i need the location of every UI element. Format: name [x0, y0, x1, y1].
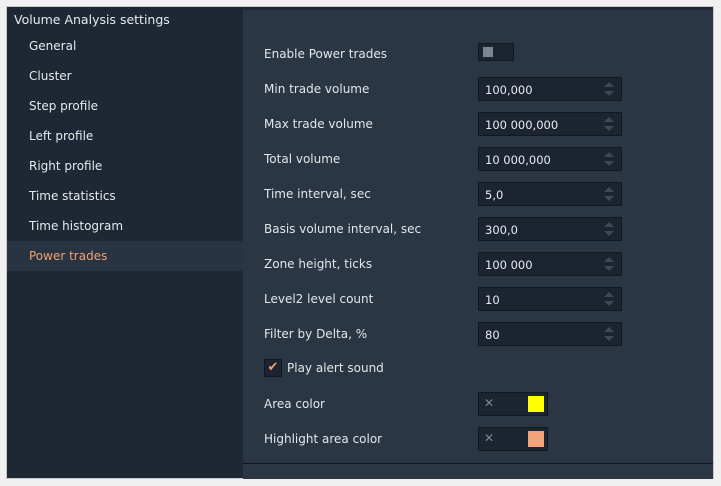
spin-up-icon[interactable]	[604, 117, 614, 122]
zone-height-label: Zone height, ticks	[264, 257, 373, 271]
basis-volume-interval-label: Basis volume interval, sec	[264, 222, 422, 236]
enable-power-trades-row: Enable Power trades	[243, 42, 713, 68]
spin-down-icon[interactable]	[604, 126, 614, 131]
settings-panel: Enable Power trades Min trade volume 100…	[243, 10, 713, 463]
spin-up-icon[interactable]	[604, 257, 614, 262]
spin-down-icon[interactable]	[604, 301, 614, 306]
total-volume-row: Total volume 10 000,000	[243, 147, 713, 173]
checkmark-icon: ✔	[267, 360, 279, 375]
settings-sidebar: General Cluster Step profile Left profil…	[7, 31, 243, 271]
basis-volume-interval-input[interactable]: 300,0	[478, 217, 622, 241]
filter-by-delta-label: Filter by Delta, %	[264, 327, 368, 341]
level2-count-label: Level2 level count	[264, 292, 374, 306]
spin-down-icon[interactable]	[604, 336, 614, 341]
zone-height-row: Zone height, ticks 100 000	[243, 252, 713, 278]
min-trade-volume-input[interactable]: 100,000	[478, 77, 622, 101]
zone-height-input[interactable]: 100 000	[478, 252, 622, 276]
min-trade-volume-value: 100,000	[485, 83, 533, 97]
basis-volume-interval-row: Basis volume interval, sec 300,0	[243, 217, 713, 243]
time-interval-input[interactable]: 5,0	[478, 182, 622, 206]
area-color-swatch[interactable]	[528, 396, 544, 412]
filter-by-delta-row: Filter by Delta, % 80	[243, 322, 713, 348]
spin-up-icon[interactable]	[604, 187, 614, 192]
settings-dialog: Volume Analysis settings ✕ General Clust…	[7, 7, 713, 479]
clear-color-icon[interactable]: ✕	[484, 431, 494, 445]
spin-arrows[interactable]	[603, 150, 615, 168]
spin-down-icon[interactable]	[604, 231, 614, 236]
level2-count-input[interactable]: 10	[478, 287, 622, 311]
total-volume-input[interactable]: 10 000,000	[478, 147, 622, 171]
time-interval-row: Time interval, sec 5,0	[243, 182, 713, 208]
spin-arrows[interactable]	[603, 115, 615, 133]
dialog-title: Volume Analysis settings	[14, 12, 170, 27]
level2-count-value: 10	[485, 293, 500, 307]
play-alert-sound-row: ✔ Play alert sound	[243, 358, 713, 384]
min-trade-volume-label: Min trade volume	[264, 82, 370, 96]
spin-down-icon[interactable]	[604, 91, 614, 96]
spin-up-icon[interactable]	[604, 327, 614, 332]
sidebar-item-step-profile[interactable]: Step profile	[7, 91, 243, 121]
panel-footer	[243, 463, 713, 479]
total-volume-label: Total volume	[264, 152, 341, 166]
level2-count-row: Level2 level count 10	[243, 287, 713, 313]
spin-down-icon[interactable]	[604, 266, 614, 271]
zone-height-value: 100 000	[485, 258, 533, 272]
max-trade-volume-input[interactable]: 100 000,000	[478, 112, 622, 136]
play-alert-sound-label: Play alert sound	[287, 361, 384, 375]
play-alert-sound-checkbox[interactable]: ✔	[264, 359, 282, 377]
spin-arrows[interactable]	[603, 80, 615, 98]
sidebar-item-time-statistics[interactable]: Time statistics	[7, 181, 243, 211]
spin-arrows[interactable]	[603, 255, 615, 273]
area-color-row: Area color ✕	[243, 392, 713, 418]
spin-up-icon[interactable]	[604, 292, 614, 297]
highlight-area-color-row: Highlight area color ✕	[243, 427, 713, 453]
spin-arrows[interactable]	[603, 220, 615, 238]
spin-up-icon[interactable]	[604, 82, 614, 87]
enable-power-trades-label: Enable Power trades	[264, 47, 388, 61]
sidebar-item-power-trades[interactable]: Power trades	[7, 241, 243, 271]
filter-by-delta-input[interactable]: 80	[478, 322, 622, 346]
sidebar-item-cluster[interactable]: Cluster	[7, 61, 243, 91]
spin-down-icon[interactable]	[604, 161, 614, 166]
clear-color-icon[interactable]: ✕	[484, 396, 494, 410]
highlight-area-color-picker[interactable]: ✕	[478, 427, 548, 451]
total-volume-value: 10 000,000	[485, 153, 551, 167]
spin-arrows[interactable]	[603, 185, 615, 203]
spin-arrows[interactable]	[603, 325, 615, 343]
basis-volume-interval-value: 300,0	[485, 223, 518, 237]
highlight-area-color-label: Highlight area color	[264, 432, 383, 446]
spin-down-icon[interactable]	[604, 196, 614, 201]
enable-power-trades-toggle[interactable]	[478, 43, 514, 61]
highlight-area-color-swatch[interactable]	[528, 431, 544, 447]
spin-up-icon[interactable]	[604, 222, 614, 227]
max-trade-volume-label: Max trade volume	[264, 117, 373, 131]
time-interval-label: Time interval, sec	[264, 187, 371, 201]
toggle-knob	[483, 47, 493, 57]
sidebar-item-general[interactable]: General	[7, 31, 243, 61]
filter-by-delta-value: 80	[485, 328, 500, 342]
time-interval-value: 5,0	[485, 188, 504, 202]
area-color-label: Area color	[264, 397, 325, 411]
min-trade-volume-row: Min trade volume 100,000	[243, 77, 713, 103]
sidebar-item-left-profile[interactable]: Left profile	[7, 121, 243, 151]
spin-up-icon[interactable]	[604, 152, 614, 157]
sidebar-item-time-histogram[interactable]: Time histogram	[7, 211, 243, 241]
max-trade-volume-row: Max trade volume 100 000,000	[243, 112, 713, 138]
spin-arrows[interactable]	[603, 290, 615, 308]
area-color-picker[interactable]: ✕	[478, 392, 548, 416]
sidebar-item-right-profile[interactable]: Right profile	[7, 151, 243, 181]
max-trade-volume-value: 100 000,000	[485, 118, 559, 132]
